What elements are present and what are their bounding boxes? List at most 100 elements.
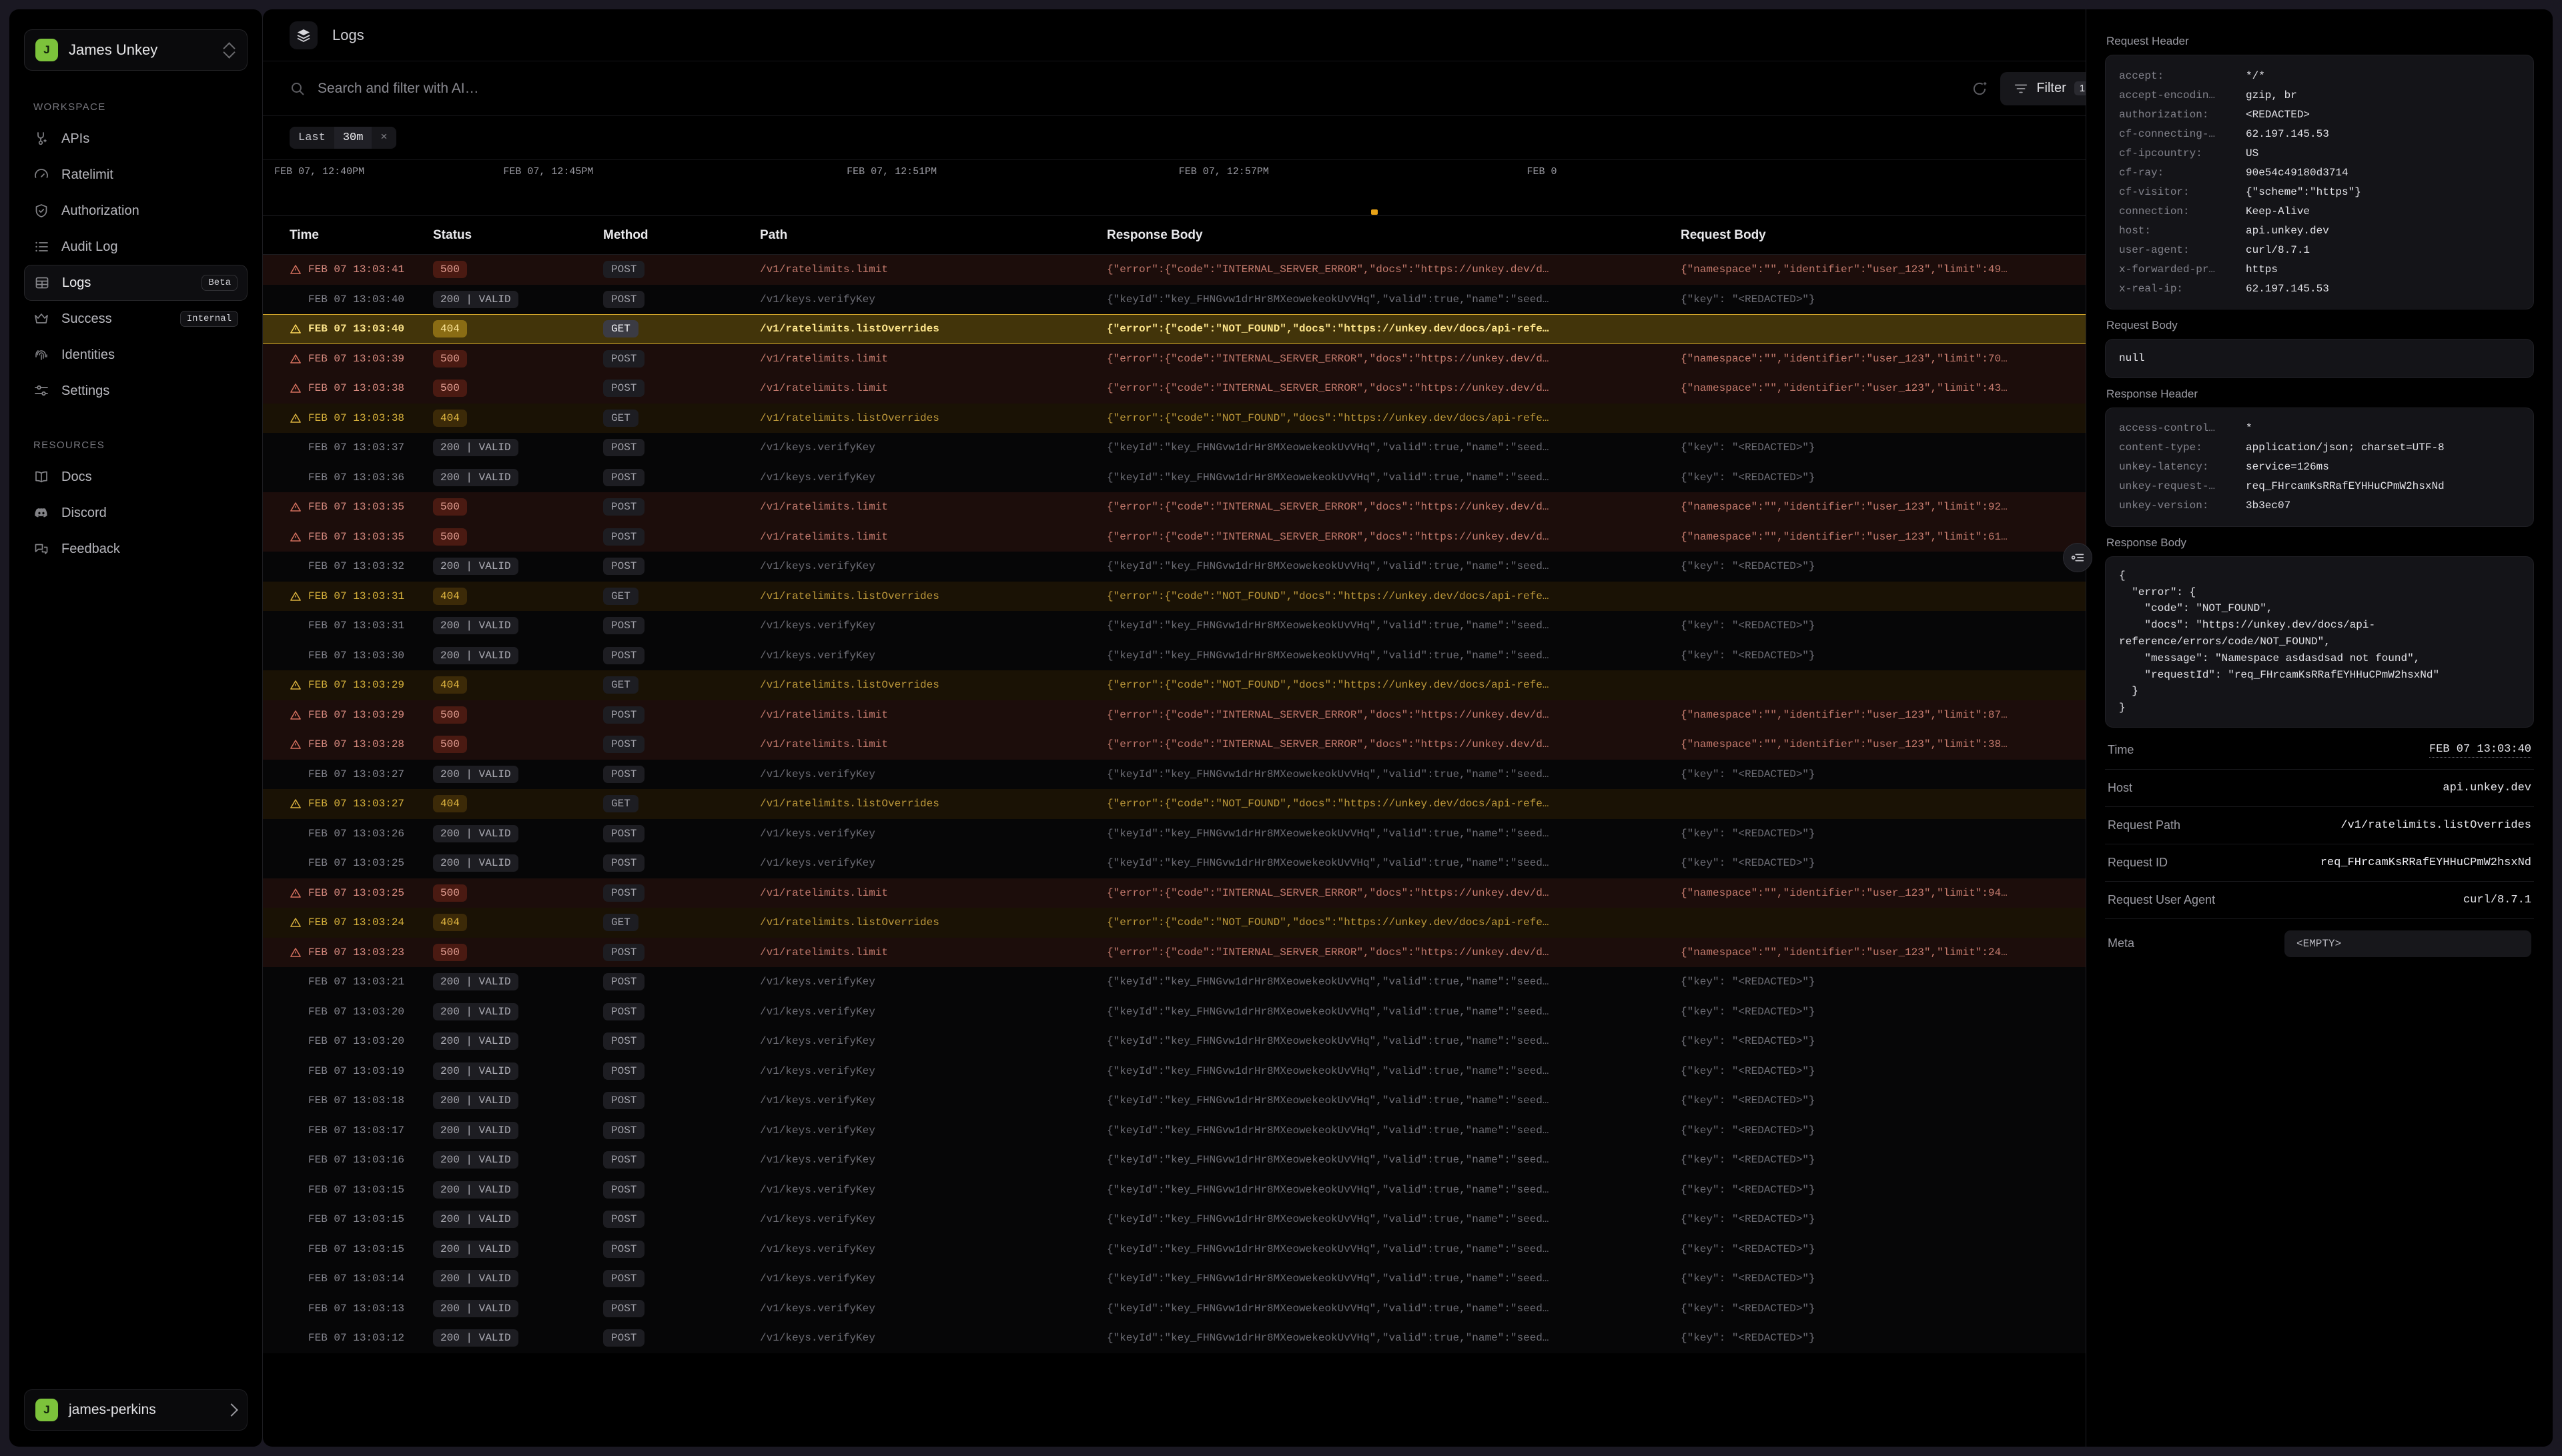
sidebar-item-authorization[interactable]: Authorization (24, 193, 248, 229)
cell-time: FEB 07 13:03:25 (290, 887, 433, 899)
workspace-avatar: J (35, 39, 58, 61)
cell-status: 500 (433, 261, 603, 278)
cell-time-value: FEB 07 13:03:12 (308, 1332, 404, 1344)
cell-status: 200 | VALID (433, 1241, 603, 1258)
method-badge: GET (603, 676, 638, 694)
warning-icon (290, 738, 302, 750)
cell-time: FEB 07 13:03:17 (290, 1125, 433, 1137)
cell-time: FEB 07 13:03:41 (290, 263, 433, 275)
header-key: user-agent: (2119, 244, 2246, 256)
sidebar-item-label: Audit Log (61, 239, 238, 255)
header-key: accept-encodin… (2119, 89, 2246, 101)
sidebar-item-feedback[interactable]: Feedback (24, 531, 248, 567)
fingerprint-icon (33, 347, 49, 363)
column-header-path[interactable]: Path (760, 228, 1107, 243)
status-badge: 200 | VALID (433, 1092, 518, 1109)
column-header-response[interactable]: Response Body (1107, 228, 1681, 243)
sidebar-item-apis[interactable]: APIs (24, 121, 248, 157)
method-badge: POST (603, 469, 645, 486)
cell-path: /v1/keys.verifyKey (760, 828, 1107, 840)
column-header-method[interactable]: Method (603, 228, 760, 243)
header-key: content-type: (2119, 442, 2246, 454)
header-kv-row: user-agent:curl/8.7.1 (2119, 240, 2520, 259)
cell-status: 200 | VALID (433, 617, 603, 634)
cell-response-body: {"error":{"code":"INTERNAL_SERVER_ERROR"… (1107, 738, 1681, 750)
cell-method: POST (603, 1300, 760, 1317)
ai-sparkle-icon[interactable] (1971, 80, 1988, 97)
meta-value: req_FHrcamKsRRafEYHHuCPmW2hsxNd (2320, 856, 2531, 869)
book-icon (33, 469, 49, 485)
cell-method: GET (603, 320, 760, 337)
header-value: service=126ms (2246, 461, 2329, 473)
cell-time-value: FEB 07 13:03:21 (308, 976, 404, 988)
method-badge: POST (603, 854, 645, 872)
cell-response-body: {"keyId":"key_FHNGvw1drHr8MXeowekeokUvVH… (1107, 1184, 1681, 1196)
sidebar-item-discord[interactable]: Discord (24, 495, 248, 531)
method-badge: GET (603, 588, 638, 605)
layers-icon (290, 21, 318, 49)
warning-icon (290, 353, 302, 365)
sidebar-item-ratelimit[interactable]: Ratelimit (24, 157, 248, 193)
cell-time: FEB 07 13:03:19 (290, 1065, 433, 1077)
meta-row: Request User Agentcurl/8.7.1 (2105, 882, 2534, 919)
request-body-value: null (2119, 350, 2520, 367)
meta-row: Request Path/v1/ratelimits.listOverrides (2105, 807, 2534, 844)
cell-path: /v1/keys.verifyKey (760, 768, 1107, 780)
header-value: US (2246, 147, 2258, 159)
cell-path: /v1/ratelimits.limit (760, 946, 1107, 958)
cell-method: POST (603, 350, 760, 368)
cell-method: GET (603, 676, 760, 694)
filter-chip-remove-icon[interactable]: × (372, 127, 396, 149)
sidebar-item-success[interactable]: SuccessInternal (24, 301, 248, 337)
header-key: unkey-version: (2119, 500, 2246, 512)
timeline-bar[interactable] (1371, 209, 1378, 215)
cell-method: POST (603, 528, 760, 546)
warning-icon (290, 531, 302, 543)
header-value: <REDACTED> (2246, 109, 2310, 121)
cell-method: POST (603, 380, 760, 397)
header-kv-row: cf-connecting-…62.197.145.53 (2119, 124, 2520, 143)
sidebar-item-settings[interactable]: Settings (24, 373, 248, 409)
sidebar-item-identities[interactable]: Identities (24, 337, 248, 373)
header-kv-row: cf-ipcountry:US (2119, 143, 2520, 163)
meta-value: /v1/ratelimits.listOverrides (2340, 819, 2531, 832)
toggle-panel-icon[interactable] (2063, 543, 2092, 572)
cell-time: FEB 07 13:03:21 (290, 976, 433, 988)
column-header-time[interactable]: Time (290, 228, 433, 243)
search-input[interactable] (318, 81, 1959, 97)
header-key: x-forwarded-pr… (2119, 263, 2246, 275)
method-badge: POST (603, 1241, 645, 1258)
cell-status: 500 (433, 706, 603, 724)
sidebar-item-label: Identities (61, 347, 238, 363)
cell-time-value: FEB 07 13:03:27 (308, 798, 404, 810)
request-header-label: Request Header (2106, 35, 2534, 48)
header-key: cf-visitor: (2119, 186, 2246, 198)
cell-status: 500 (433, 350, 603, 368)
search-icon (290, 81, 306, 97)
status-badge: 200 | VALID (433, 1181, 518, 1199)
cell-time-value: FEB 07 13:03:20 (308, 1006, 404, 1018)
user-profile-button[interactable]: J james-perkins (24, 1389, 248, 1431)
cell-time: FEB 07 13:03:15 (290, 1243, 433, 1255)
method-badge: POST (603, 1300, 645, 1317)
sidebar-item-logs[interactable]: LogsBeta (24, 265, 248, 301)
filter-chip[interactable]: Last30m× (290, 127, 396, 149)
column-header-status[interactable]: Status (433, 228, 603, 243)
timeline-tick-label: FEB 07, 12:57PM (1179, 166, 1269, 177)
cell-path: /v1/ratelimits.limit (760, 738, 1107, 750)
header-key: accept: (2119, 70, 2246, 82)
cell-response-body: {"error":{"code":"NOT_FOUND","docs":"htt… (1107, 798, 1681, 810)
sidebar-item-docs[interactable]: Docs (24, 459, 248, 495)
sidebar-item-audit-log[interactable]: Audit Log (24, 229, 248, 265)
workspace-switcher[interactable]: J James Unkey (24, 29, 248, 71)
cell-response-body: {"error":{"code":"INTERNAL_SERVER_ERROR"… (1107, 263, 1681, 275)
cell-time-value: FEB 07 13:03:32 (308, 560, 404, 572)
warning-icon (290, 323, 302, 335)
warning-icon (290, 263, 302, 275)
cell-path: /v1/keys.verifyKey (760, 1303, 1107, 1315)
cell-path: /v1/keys.verifyKey (760, 1125, 1107, 1137)
filter-chip-key: Last (290, 127, 334, 149)
header-key: unkey-request-… (2119, 480, 2246, 492)
cell-time: FEB 07 13:03:39 (290, 353, 433, 365)
shield-check-icon (33, 203, 49, 219)
